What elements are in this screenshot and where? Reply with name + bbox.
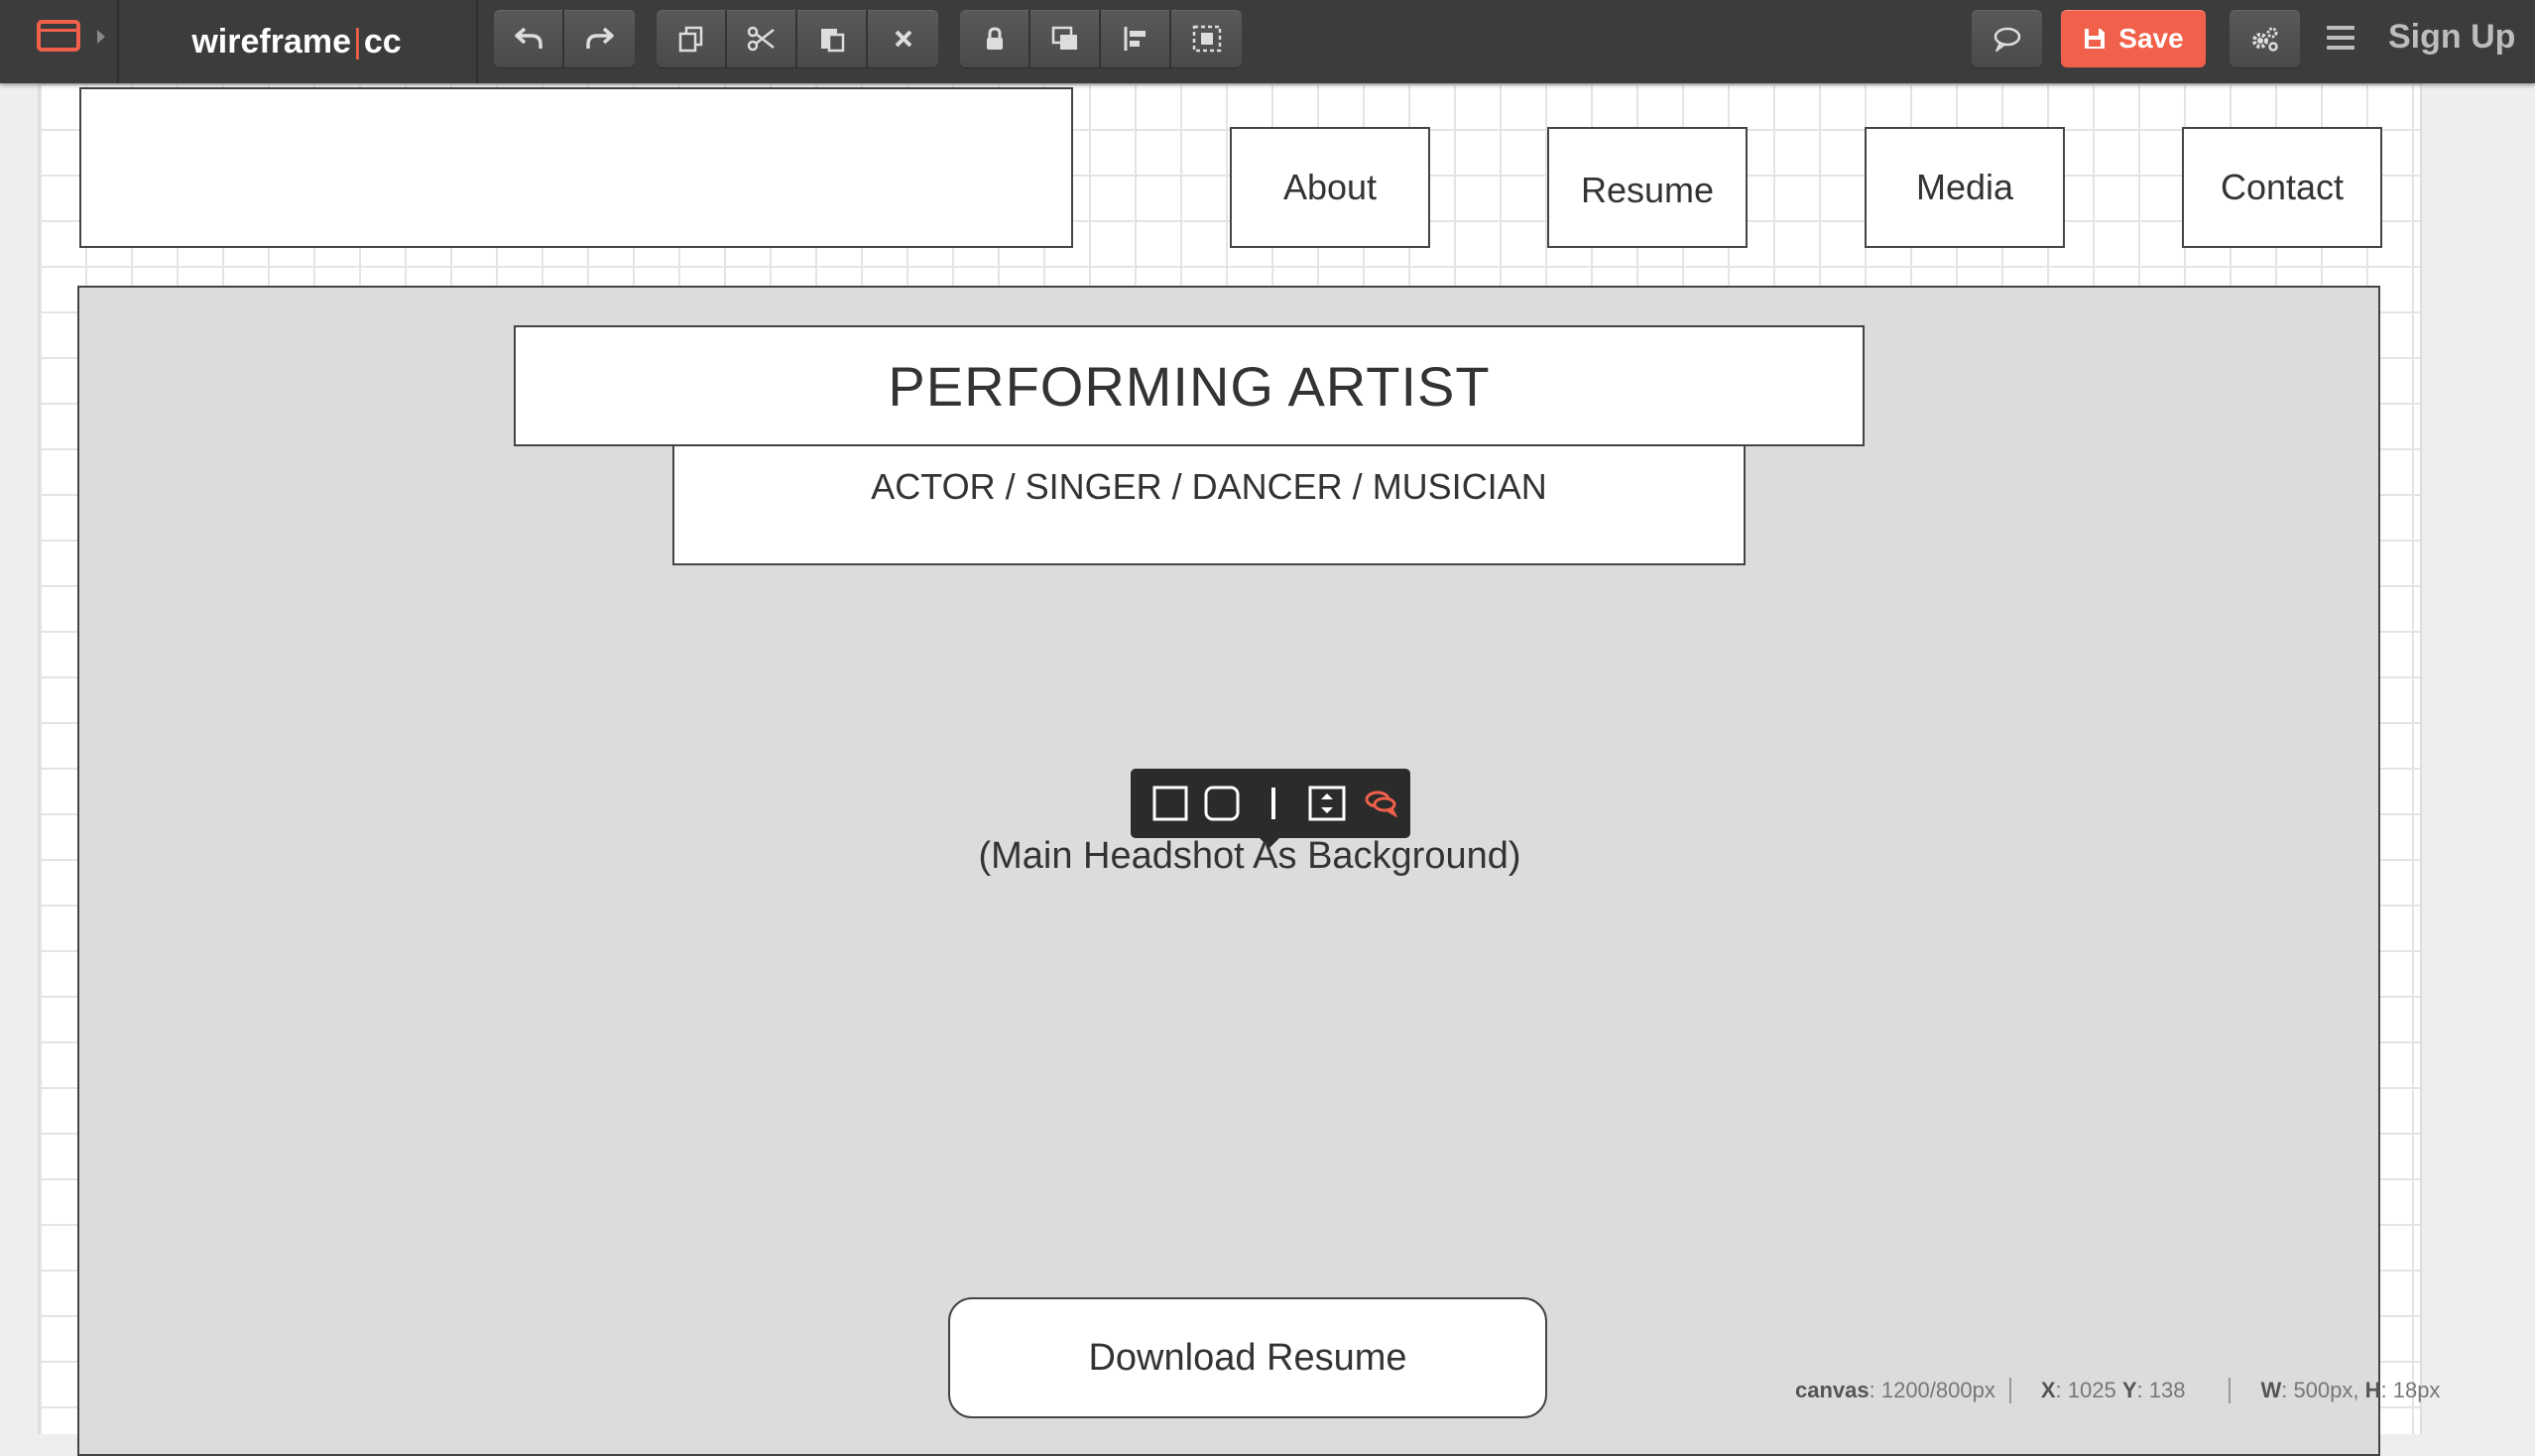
x-label: X — [2040, 1378, 2056, 1402]
rounded-shape-icon — [1204, 786, 1240, 821]
w-value: : 500px, — [2281, 1378, 2365, 1402]
align-icon — [1124, 27, 1146, 51]
browser-frame-icon — [37, 20, 80, 52]
group-icon — [1192, 25, 1221, 53]
lock-icon — [986, 27, 1003, 50]
shape-toolbar — [1131, 769, 1410, 848]
comment-group — [1972, 10, 2042, 67]
canvas-size-value: : 1200/800px — [1869, 1378, 1995, 1402]
h-value: : 18px — [2380, 1378, 2441, 1402]
y-value: : 138 — [2136, 1378, 2186, 1402]
redo-icon — [585, 27, 614, 49]
status-divider — [2008, 1378, 2011, 1403]
settings-button[interactable] — [2230, 10, 2300, 67]
square-shape-button[interactable] — [1145, 769, 1196, 838]
lock-button[interactable] — [960, 10, 1030, 67]
hero-title-box[interactable]: PERFORMING ARTIST — [514, 325, 1865, 446]
sign-up-link[interactable]: Sign Up — [2388, 18, 2515, 57]
undo-icon — [514, 27, 543, 49]
h-label: H — [2364, 1378, 2381, 1402]
save-button[interactable]: Save — [2061, 10, 2206, 67]
save-label: Save — [2118, 23, 2184, 54]
headshot-placeholder-text[interactable]: (Main Headshot As Background) — [972, 835, 1527, 878]
nav-media-box[interactable]: Media — [1865, 127, 2065, 248]
redo-button[interactable] — [564, 10, 635, 67]
floppy-disk-icon — [2085, 29, 2106, 49]
arrange-group — [960, 10, 1242, 67]
y-label: Y — [2121, 1378, 2137, 1402]
logo-placeholder-box[interactable] — [79, 87, 1073, 248]
undo-button[interactable] — [494, 10, 564, 67]
nav-about-box[interactable]: About — [1230, 127, 1430, 248]
comment-button[interactable] — [1972, 10, 2042, 67]
logo-text-right: cc — [363, 22, 402, 61]
align-button[interactable] — [1101, 10, 1171, 67]
nav-contact-box[interactable]: Contact — [2182, 127, 2382, 248]
paste-icon — [820, 29, 844, 53]
settings-group — [2230, 10, 2300, 67]
app-logo: wireframe | cc — [117, 0, 478, 83]
bring-to-front-button[interactable] — [1030, 10, 1101, 67]
logo-text-left: wireframe — [191, 22, 351, 61]
w-label: W — [2260, 1378, 2282, 1402]
top-toolbar: wireframe | cc Save Sign Up — [0, 0, 2535, 83]
status-divider — [2229, 1378, 2232, 1403]
comment-icon — [1365, 790, 1397, 817]
resize-button[interactable] — [1299, 769, 1355, 838]
copy-button[interactable] — [657, 10, 727, 67]
clipboard-group — [657, 10, 938, 67]
hero-subtitle-box[interactable]: ACTOR / SINGER / DANCER / MUSICIAN — [672, 444, 1746, 565]
square-shape-icon — [1152, 786, 1188, 821]
app-menu-button[interactable] — [0, 0, 119, 83]
logo-separator: | — [352, 22, 362, 61]
menu-icon[interactable] — [2327, 26, 2354, 56]
settings-icon — [2251, 27, 2278, 52]
rounded-shape-button[interactable] — [1196, 769, 1248, 838]
download-resume-box[interactable]: Download Resume — [948, 1297, 1547, 1418]
cut-button[interactable] — [727, 10, 797, 67]
paste-button[interactable] — [797, 10, 868, 67]
history-group — [494, 10, 635, 67]
bring-front-icon — [1051, 26, 1077, 50]
comment-icon — [1993, 27, 2020, 52]
resize-icon — [1308, 786, 1346, 821]
status-bar: canvas: 1200/800px X: 1025 Y: 138 W: 500… — [1795, 1375, 2440, 1406]
delete-icon — [895, 30, 911, 48]
comment-shape-button[interactable] — [1355, 769, 1406, 838]
canvas-label: canvas — [1795, 1378, 1870, 1402]
x-value: : 1025 — [2055, 1378, 2122, 1402]
cut-icon — [747, 26, 775, 52]
line-button[interactable] — [1248, 769, 1299, 838]
line-icon — [1271, 788, 1275, 819]
caret-right-icon — [97, 30, 105, 44]
group-button[interactable] — [1171, 10, 1242, 67]
delete-button[interactable] — [868, 10, 938, 67]
nav-resume-box[interactable]: Resume — [1547, 127, 1748, 248]
copy-icon — [678, 26, 702, 53]
